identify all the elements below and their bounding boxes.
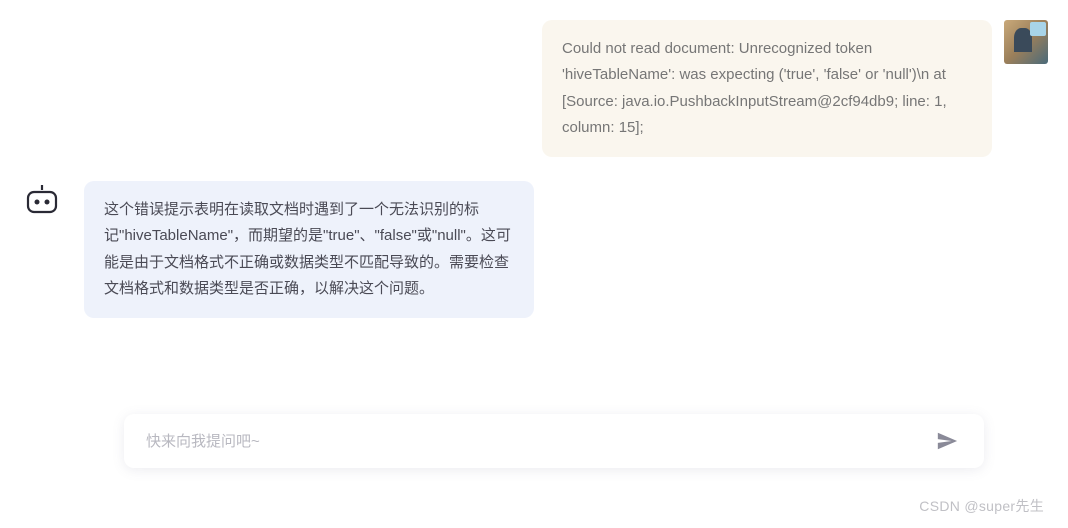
robot-icon xyxy=(25,185,59,215)
send-icon xyxy=(936,430,958,452)
chat-input[interactable] xyxy=(146,433,932,450)
user-avatar[interactable] xyxy=(1004,20,1048,64)
bot-message-bubble: 这个错误提示表明在读取文档时遇到了一个无法识别的标记"hiveTableName… xyxy=(84,181,534,318)
chat-input-area xyxy=(124,414,984,468)
send-button[interactable] xyxy=(932,426,962,456)
user-message-text: Could not read document: Unrecognized to… xyxy=(562,40,947,136)
chat-container: Could not read document: Unrecognized to… xyxy=(0,0,1068,318)
bot-avatar xyxy=(20,181,64,225)
watermark: CSDN @super先生 xyxy=(919,496,1044,516)
bot-message-text: 这个错误提示表明在读取文档时遇到了一个无法识别的标记"hiveTableName… xyxy=(104,201,511,297)
user-message-row: Could not read document: Unrecognized to… xyxy=(20,20,1048,157)
bot-message-row: 这个错误提示表明在读取文档时遇到了一个无法识别的标记"hiveTableName… xyxy=(20,181,1048,318)
user-message-bubble: Could not read document: Unrecognized to… xyxy=(542,20,992,157)
